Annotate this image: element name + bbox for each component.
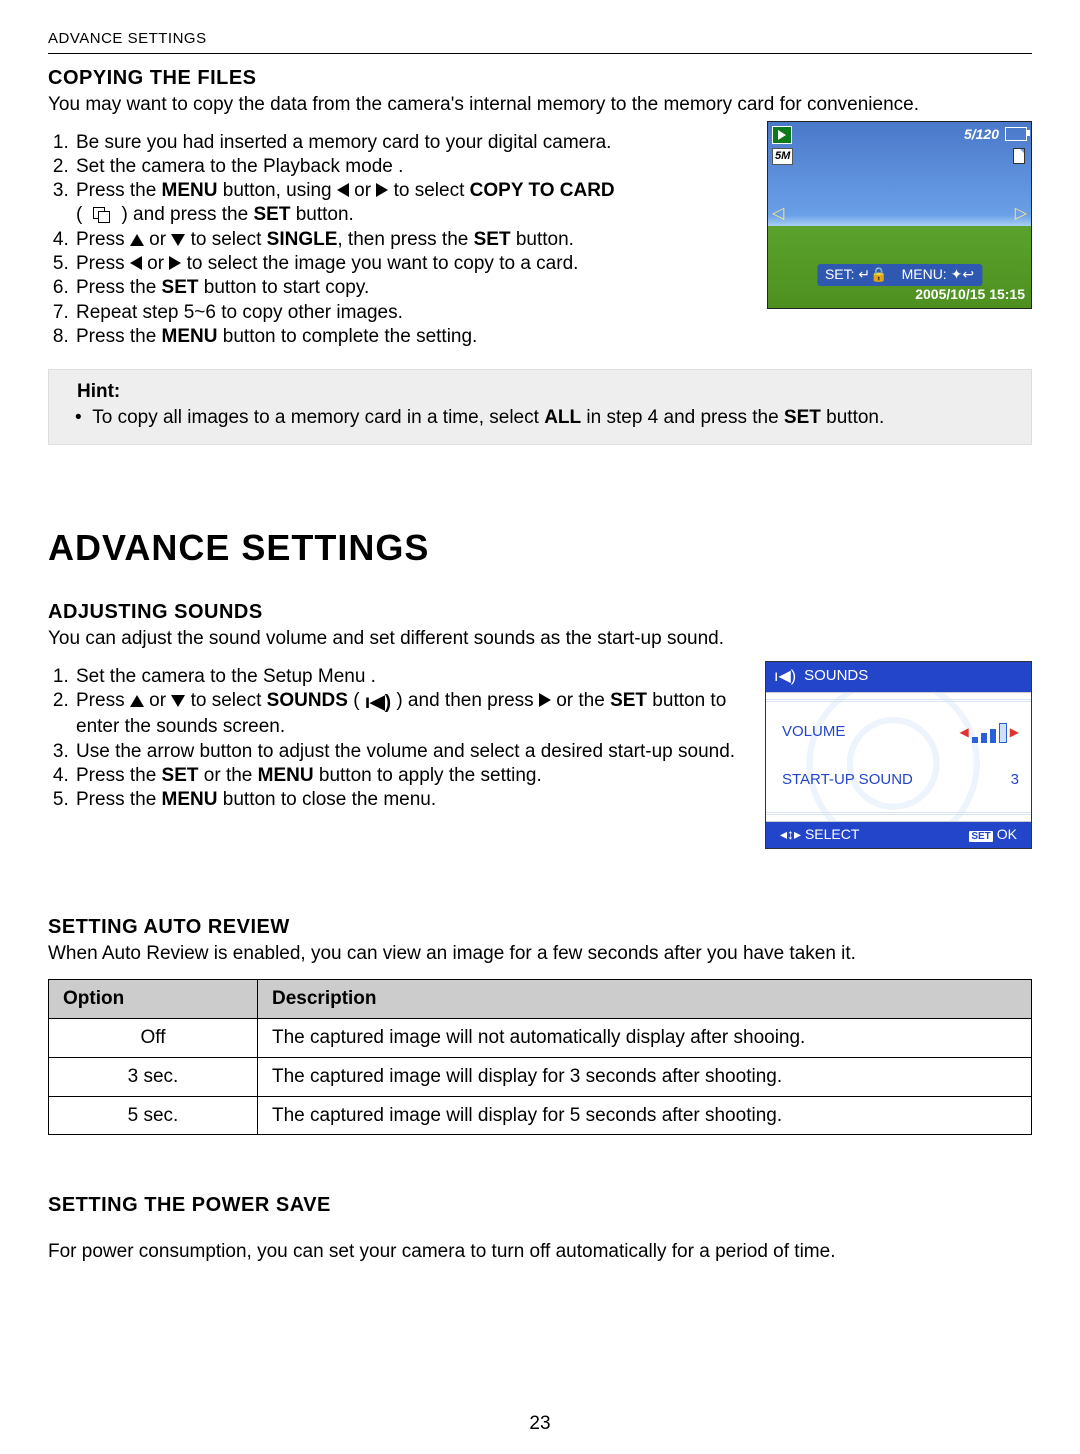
copying-layout: Be sure you had inserted a memory card t… (48, 125, 1032, 360)
speaker-icon: ı◀) (365, 691, 391, 715)
chapter-title: ADVANCE SETTINGS (48, 525, 1032, 570)
section-title-sounds: ADJUSTING SOUNDS (48, 600, 1032, 625)
volume-bars-icon: ◀ ▶ (960, 723, 1019, 743)
step-8: Press the MENU button to complete the se… (74, 325, 751, 349)
sounds-layout: Set the camera to the Setup Menu . Press… (48, 659, 1032, 849)
table-header-description: Description (258, 980, 1032, 1019)
sound-step-2: Press or to select SOUNDS ( ı◀) ) and th… (74, 689, 749, 740)
up-arrow-icon (130, 695, 144, 707)
table-header-row: Option Description (49, 980, 1032, 1019)
step-2: Set the camera to the Playback mode . (74, 155, 751, 179)
table-row: 3 sec. The captured image will display f… (49, 1057, 1032, 1096)
sound-step-5: Press the MENU button to close the menu. (74, 788, 749, 812)
manual-page: ADVANCE SETTINGS COPYING THE FILES You m… (0, 0, 1080, 1454)
set-badge-icon: SET (969, 831, 992, 842)
menu-body: VOLUME ◀ ▶ START-UP SOUND 3 (766, 692, 1031, 822)
table-cell-desc: The captured image will not automaticall… (258, 1019, 1032, 1058)
resolution-badge: 5M (772, 148, 793, 166)
startup-sound-value: 3 (1011, 771, 1019, 790)
sounds-steps: Set the camera to the Setup Menu . Press… (48, 665, 749, 813)
menu-row-startup: START-UP SOUND 3 (782, 771, 1019, 790)
image-counter: 5/120 (964, 126, 999, 144)
step-3: Press the MENU button, using or to selec… (74, 179, 751, 228)
hint-title: Hint: (77, 380, 1011, 404)
step-6: Press the SET button to start copy. (74, 276, 751, 300)
copying-steps: Be sure you had inserted a memory card t… (48, 131, 751, 350)
section-title-autoreview: SETTING AUTO REVIEW (48, 915, 1032, 940)
speaker-icon: ı◀) (774, 667, 796, 687)
down-arrow-icon (171, 695, 185, 707)
step-5: Press or to select the image you want to… (74, 252, 751, 276)
on-screen-hint-bar: SET: ↵🔒 MENU: ✦↩ (817, 264, 982, 286)
menu-row-volume: VOLUME ◀ ▶ (782, 723, 1019, 743)
left-arrow-icon (130, 256, 142, 270)
table-cell-option: 3 sec. (49, 1057, 258, 1096)
right-arrow-icon (169, 256, 181, 270)
capture-datetime: 2005/10/15 15:15 (915, 286, 1025, 304)
table-row: Off The captured image will not automati… (49, 1019, 1032, 1058)
next-image-arrow-icon: ▷ (1015, 204, 1027, 224)
copy-to-card-icon: → (93, 207, 111, 223)
section-title-copying: COPYING THE FILES (48, 66, 1032, 91)
sounds-intro: You can adjust the sound volume and set … (48, 627, 1032, 651)
menu-titlebar: ı◀) SOUNDS (766, 662, 1031, 692)
camera-sounds-menu-screenshot: ı◀) SOUNDS VOLUME ◀ ▶ START-UP SOUND 3 (765, 661, 1032, 849)
sound-step-3: Use the arrow button to adjust the volum… (74, 740, 749, 764)
page-number: 23 (0, 1412, 1080, 1436)
sound-step-4: Press the SET or the MENU button to appl… (74, 764, 749, 788)
menu-title: SOUNDS (804, 667, 868, 686)
down-arrow-icon (171, 234, 185, 246)
dpad-icon: ◂↕▸ (780, 826, 801, 842)
table-cell-desc: The captured image will display for 3 se… (258, 1057, 1032, 1096)
camera-playback-screenshot: 5/120 5M ◁ ▷ SET: ↵🔒 MENU: ✦↩ 2005/10/15… (767, 121, 1032, 309)
autoreview-intro: When Auto Review is enabled, you can vie… (48, 942, 1032, 966)
step-1: Be sure you had inserted a memory card t… (74, 131, 751, 155)
prev-image-arrow-icon: ◁ (772, 204, 784, 224)
powersave-intro: For power consumption, you can set your … (48, 1240, 1032, 1264)
menu-footer: ◂↕▸ SELECT SETOK (766, 822, 1031, 848)
hint-body: • To copy all images to a memory card in… (73, 406, 1011, 430)
up-arrow-icon (130, 234, 144, 246)
step-4: Press or to select SINGLE, then press th… (74, 228, 751, 252)
copying-steps-col: Be sure you had inserted a memory card t… (48, 125, 751, 360)
step-7: Repeat step 5~6 to copy other images. (74, 301, 751, 325)
table-header-option: Option (49, 980, 258, 1019)
running-header: ADVANCE SETTINGS (48, 30, 1032, 49)
hint-box: Hint: • To copy all images to a memory c… (48, 369, 1032, 445)
section-title-powersave: SETTING THE POWER SAVE (48, 1193, 1032, 1218)
sound-step-1: Set the camera to the Setup Menu . (74, 665, 749, 689)
table-row: 5 sec. The captured image will display f… (49, 1096, 1032, 1135)
table-cell-option: 5 sec. (49, 1096, 258, 1135)
playback-mode-icon (772, 126, 792, 144)
battery-icon (1005, 127, 1027, 141)
table-cell-desc: The captured image will display for 5 se… (258, 1096, 1032, 1135)
autoreview-table: Option Description Off The captured imag… (48, 979, 1032, 1135)
table-cell-option: Off (49, 1019, 258, 1058)
header-rule (48, 53, 1032, 54)
right-arrow-icon (376, 183, 388, 197)
left-arrow-icon (337, 183, 349, 197)
card-icon (1013, 148, 1025, 164)
copying-intro: You may want to copy the data from the c… (48, 93, 1032, 117)
right-arrow-icon (539, 693, 551, 707)
sounds-steps-col: Set the camera to the Setup Menu . Press… (48, 659, 749, 849)
